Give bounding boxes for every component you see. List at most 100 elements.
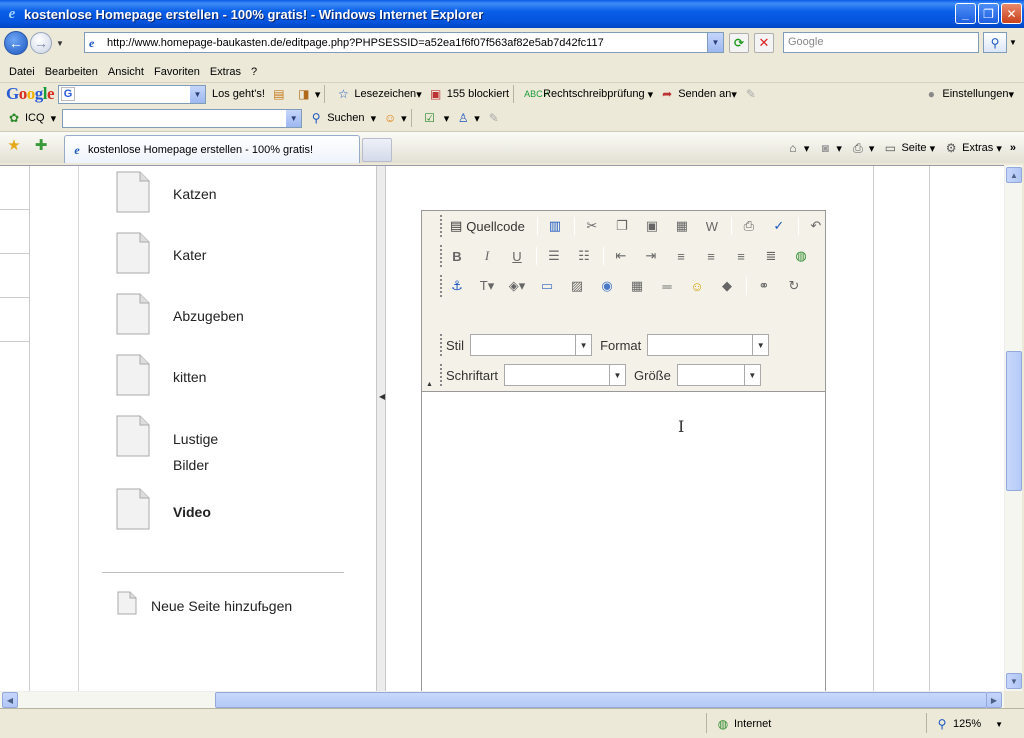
scroll-right-icon[interactable]: ▶	[986, 692, 1002, 708]
paste-word-icon[interactable]: W	[701, 215, 723, 237]
table-icon[interactable]: ▦	[626, 275, 648, 297]
highlighter-icon[interactable]: ✎	[743, 86, 762, 102]
align-justify-icon[interactable]: ≣	[760, 245, 782, 267]
horizontal-rule-icon[interactable]: ═	[656, 275, 678, 297]
stop-button[interactable]: ✕	[754, 33, 774, 53]
horizontal-scroll-thumb[interactable]	[215, 692, 987, 708]
print-icon[interactable]: ⎙	[738, 215, 760, 237]
go-button[interactable]: Los geht's!	[212, 88, 265, 100]
panel-splitter[interactable]: ◀	[376, 166, 386, 691]
menu-bearbeiten[interactable]: Bearbeiten	[40, 66, 103, 78]
special-char-icon[interactable]: ◆	[716, 275, 738, 297]
chevron-down-icon[interactable]: ▼	[575, 335, 592, 355]
page-item-abzugeben[interactable]	[116, 293, 150, 335]
page-label-video[interactable]: Video	[173, 504, 211, 520]
toolbar-options-icon[interactable]: ◨ ▾	[296, 86, 320, 102]
size-select[interactable]: ▼	[676, 364, 761, 386]
ordered-list-icon[interactable]: ☰	[543, 245, 565, 267]
scroll-left-icon[interactable]: ◀	[2, 692, 18, 708]
align-center-icon[interactable]: ≡	[700, 245, 722, 267]
add-page-link[interactable]: Neue Seite hinzufьgen	[151, 598, 292, 614]
chevron-down-icon[interactable]: ▼	[743, 365, 760, 385]
icq-check-icon[interactable]: ☑ ▾	[422, 110, 449, 126]
find-icon[interactable]: ⚭	[753, 275, 775, 297]
align-right-icon[interactable]: ≡	[730, 245, 752, 267]
italic-icon[interactable]: I	[476, 245, 498, 267]
chevron-more-icon[interactable]: »	[1010, 142, 1016, 154]
icq-smiley-icon[interactable]: ☺ ▾	[382, 110, 407, 126]
tools-menu-button[interactable]: ⚙ Extras ▾	[943, 140, 1002, 156]
editor-text-area[interactable]: I	[422, 392, 825, 691]
page-label-lustige[interactable]: Lustige	[173, 431, 218, 447]
icq-button[interactable]: ✿ ICQ ▾	[6, 110, 56, 126]
page-label-bilder[interactable]: Bilder	[173, 457, 209, 473]
cut-icon[interactable]: ✂	[581, 215, 603, 237]
replace-icon[interactable]: ↻	[783, 275, 805, 297]
page-item-katzen[interactable]	[116, 171, 150, 213]
search-button[interactable]: ⚲	[983, 32, 1007, 53]
image-placeholder-icon[interactable]: ▭	[536, 275, 558, 297]
icq-search-button[interactable]: ⚲ Suchen ▾	[308, 110, 376, 126]
page-label-kater[interactable]: Kater	[173, 247, 206, 263]
link-icon[interactable]: ◍	[790, 245, 812, 267]
page-label-katzen[interactable]: Katzen	[173, 186, 217, 202]
menu-help[interactable]: ?	[246, 66, 262, 78]
search-dropdown-icon[interactable]: ▼	[1007, 32, 1019, 53]
favorites-star-icon[interactable]: ★	[6, 138, 22, 154]
scroll-down-icon[interactable]: ▼	[1006, 673, 1022, 689]
menu-datei[interactable]: Datei	[4, 66, 40, 78]
security-zone[interactable]: ◍ Internet	[715, 716, 772, 732]
send-to-button[interactable]: ➦ Senden an ▾	[659, 86, 737, 102]
print-button[interactable]: ⎙ ▾	[850, 140, 874, 156]
minimize-button[interactable]: _	[955, 3, 976, 24]
icq-search-input[interactable]: ▼	[62, 108, 303, 128]
news-icon[interactable]: ▤	[271, 86, 290, 102]
font-select[interactable]: ▼	[504, 364, 627, 386]
page-label-kitten[interactable]: kitten	[173, 369, 206, 385]
page-item-video[interactable]	[116, 488, 150, 530]
home-button[interactable]: ⌂ ▾	[785, 140, 809, 156]
indent-icon[interactable]: ⇥	[640, 245, 662, 267]
bold-icon[interactable]: B	[446, 245, 468, 267]
text-color-icon[interactable]: T▾	[476, 275, 498, 297]
forward-button[interactable]: →	[30, 32, 52, 54]
close-button[interactable]: ✕	[1001, 3, 1022, 24]
format-select[interactable]: ▼	[647, 334, 770, 356]
spellcheck-icon[interactable]: ✓	[768, 215, 790, 237]
style-select[interactable]: ▼	[470, 334, 593, 356]
zoom-control[interactable]: ⚲ 125% ▼	[934, 716, 1003, 732]
page-menu-button[interactable]: ▭ Seite ▾	[882, 140, 935, 156]
horizontal-scrollbar[interactable]: ◀ ▶	[0, 691, 1004, 708]
align-left-icon[interactable]: ≡	[670, 245, 692, 267]
address-dropdown-icon[interactable]: ▼	[707, 33, 723, 52]
unordered-list-icon[interactable]: ☷	[573, 245, 595, 267]
google-search-input[interactable]: G ▼	[58, 84, 207, 104]
document-icon[interactable]: ▥	[544, 215, 566, 237]
history-dropdown-icon[interactable]: ▼	[56, 39, 64, 48]
new-tab-button[interactable]	[362, 138, 392, 162]
copy-icon[interactable]: ❐	[611, 215, 633, 237]
image-icon[interactable]: ▨	[566, 275, 588, 297]
page-item-kitten[interactable]	[116, 354, 150, 396]
google-search-dropdown-icon[interactable]: ▼	[190, 85, 206, 103]
scroll-up-icon[interactable]: ▲	[1006, 167, 1022, 183]
paste-text-icon[interactable]: ▦	[671, 215, 693, 237]
icq-search-dropdown-icon[interactable]: ▼	[286, 109, 302, 127]
add-favorite-icon[interactable]: ✚	[33, 138, 49, 154]
collapse-arrow-icon[interactable]: ◀	[379, 392, 385, 401]
flash-icon[interactable]: ◉	[596, 275, 618, 297]
undo-icon[interactable]: ↶	[805, 215, 827, 237]
search-input[interactable]: Google	[783, 32, 979, 53]
background-color-icon[interactable]: ◈▾	[506, 275, 528, 297]
settings-button[interactable]: ● Einstellungen ▾	[923, 86, 1014, 102]
icq-pen-icon[interactable]: ✎	[486, 110, 505, 126]
spellcheck-button[interactable]: ABC✓ Rechtschreibprüfung ▾	[524, 86, 653, 102]
bookmarks-button[interactable]: ☆ Lesezeichen ▾	[335, 86, 422, 102]
source-button[interactable]: ▤ Quellcode	[446, 215, 529, 237]
vertical-scrollbar[interactable]: ▲ ▼	[1004, 165, 1022, 691]
address-bar[interactable]: e http://www.homepage-baukasten.de/editp…	[84, 32, 724, 53]
popup-blocker-button[interactable]: ▣ 155 blockiert	[428, 86, 509, 102]
icq-user-icon[interactable]: ♙ ▾	[455, 110, 480, 126]
back-button[interactable]: ←	[4, 31, 28, 55]
underline-icon[interactable]: U	[506, 245, 528, 267]
